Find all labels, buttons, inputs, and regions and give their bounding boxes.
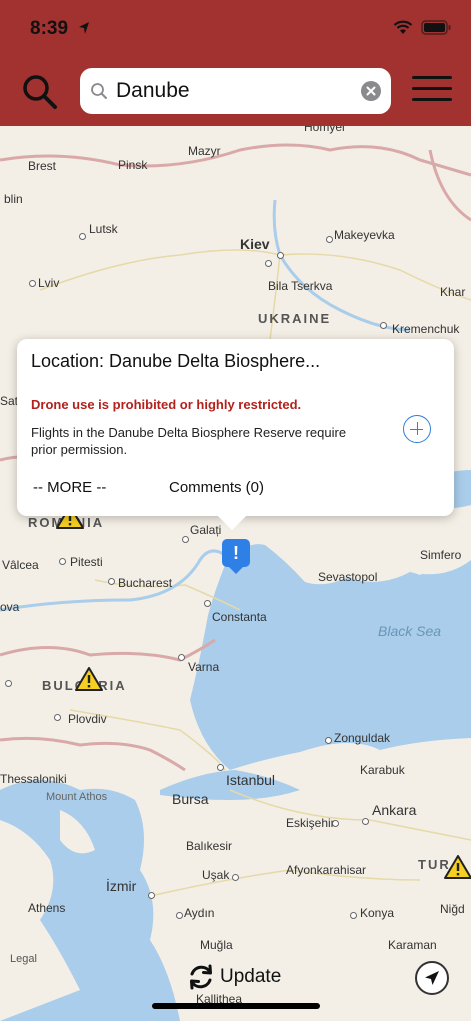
menu-icon[interactable] — [412, 76, 452, 106]
city-dot — [232, 874, 239, 881]
popup-title: Location: Danube Delta Biosphere... — [31, 351, 321, 371]
city-label: Sat — [0, 394, 19, 408]
comments-button[interactable]: Comments (0) — [169, 479, 264, 496]
city-label: Sevastopol — [318, 570, 378, 584]
city-label: Kiev — [240, 236, 270, 252]
city-label: Makeyevka — [334, 228, 395, 242]
city-label: Aydın — [184, 906, 215, 920]
city-dot — [332, 820, 339, 827]
city-label: Athens — [28, 901, 66, 915]
magnifier-icon — [91, 83, 107, 99]
city-label: Istanbul — [226, 772, 276, 788]
city-dot — [79, 233, 86, 240]
city-label: Bucharest — [118, 576, 173, 590]
city-dot — [108, 578, 115, 585]
clear-icon[interactable] — [361, 81, 381, 101]
status-icons — [393, 20, 451, 35]
city-dot — [182, 536, 189, 543]
city-label: Plovdiv — [68, 712, 107, 726]
refresh-icon — [190, 964, 212, 990]
city-dot — [204, 600, 211, 607]
city-dot — [148, 892, 155, 899]
city-label: Eskişehir — [286, 816, 335, 830]
city-label: Khar — [440, 285, 466, 299]
city-label: Varna — [188, 660, 220, 674]
city-dot — [362, 818, 369, 825]
city-label: İzmir — [106, 878, 137, 894]
sea-label: Black Sea — [378, 623, 442, 639]
city-label: Pinsk — [118, 158, 148, 172]
alert-pin-icon[interactable]: ! — [222, 539, 250, 574]
city-dot — [380, 322, 387, 329]
city-label: Pitesti — [70, 555, 103, 569]
city-label: ova — [0, 600, 20, 614]
city-dot — [325, 737, 332, 744]
city-label: Ankara — [372, 802, 417, 818]
city-dot — [350, 912, 357, 919]
city-dot — [217, 764, 224, 771]
update-label: Update — [220, 966, 282, 987]
update-button[interactable]: Update — [186, 961, 281, 993]
city-label: blin — [4, 192, 23, 206]
city-label: Karaman — [388, 938, 437, 952]
country-label: UKRAINE — [258, 311, 332, 326]
battery-icon — [421, 20, 451, 35]
city-dot — [326, 236, 333, 243]
status-time: 8:39 — [30, 18, 69, 39]
city-dot — [5, 680, 12, 687]
popup-description: Flights in the Danube Delta Biosphere Re… — [31, 425, 347, 457]
home-indicator — [152, 1003, 320, 1009]
city-label: Balıkesir — [186, 839, 233, 853]
city-label: Bila Tserkva — [268, 279, 333, 293]
city-dot — [59, 558, 66, 565]
city-label: Constanta — [212, 610, 267, 624]
city-label: Konya — [360, 906, 395, 920]
city-dot — [54, 714, 61, 721]
more-button[interactable]: -- MORE -- — [33, 479, 106, 496]
city-label: Bursa — [172, 791, 209, 807]
city-dot — [178, 654, 185, 661]
city-dot — [29, 280, 36, 287]
city-label: Zonguldak — [334, 731, 391, 745]
city-label: Homyel — [304, 126, 345, 134]
location-arrow-icon — [79, 22, 89, 34]
map-view[interactable]: Homyel Mazyr Brest Pinsk blin Lutsk Kiev… — [0, 126, 471, 1021]
city-label: Afyonkarahisar — [286, 863, 367, 877]
popup-warning: Drone use is prohibited or highly restri… — [31, 397, 302, 412]
city-label: Simfero — [420, 548, 462, 562]
wifi-icon — [393, 20, 413, 34]
search-button[interactable] — [20, 72, 60, 112]
city-dot — [265, 260, 272, 267]
city-label: Uşak — [202, 868, 230, 882]
app-header: 8:39 — [0, 0, 471, 126]
city-dot — [277, 252, 284, 259]
legal-link[interactable]: Legal — [10, 953, 37, 965]
compass-icon[interactable] — [415, 961, 449, 995]
location-popup: Location: Danube Delta Biosphere... Dron… — [17, 339, 454, 531]
warning-triangle-icon[interactable] — [74, 666, 104, 692]
city-label: Brest — [28, 159, 57, 173]
city-label: Lutsk — [89, 222, 118, 236]
city-dot — [176, 912, 183, 919]
search-bar[interactable] — [80, 68, 391, 114]
add-circle-icon[interactable] — [403, 415, 431, 443]
city-label: Kremenchuk — [392, 322, 460, 336]
city-label: Karabuk — [360, 763, 405, 777]
warning-triangle-icon[interactable] — [443, 854, 471, 880]
city-label: Muğla — [200, 938, 233, 952]
city-label: Mazyr — [188, 144, 221, 158]
city-label: Vâlcea — [2, 558, 39, 572]
city-label: Niğd — [440, 902, 465, 916]
city-label: Galați — [190, 523, 222, 537]
search-input[interactable] — [116, 76, 346, 106]
city-label: Thessaloniki — [0, 772, 67, 786]
city-label: Lviv — [38, 276, 60, 290]
place-label: Mount Athos — [46, 791, 108, 803]
